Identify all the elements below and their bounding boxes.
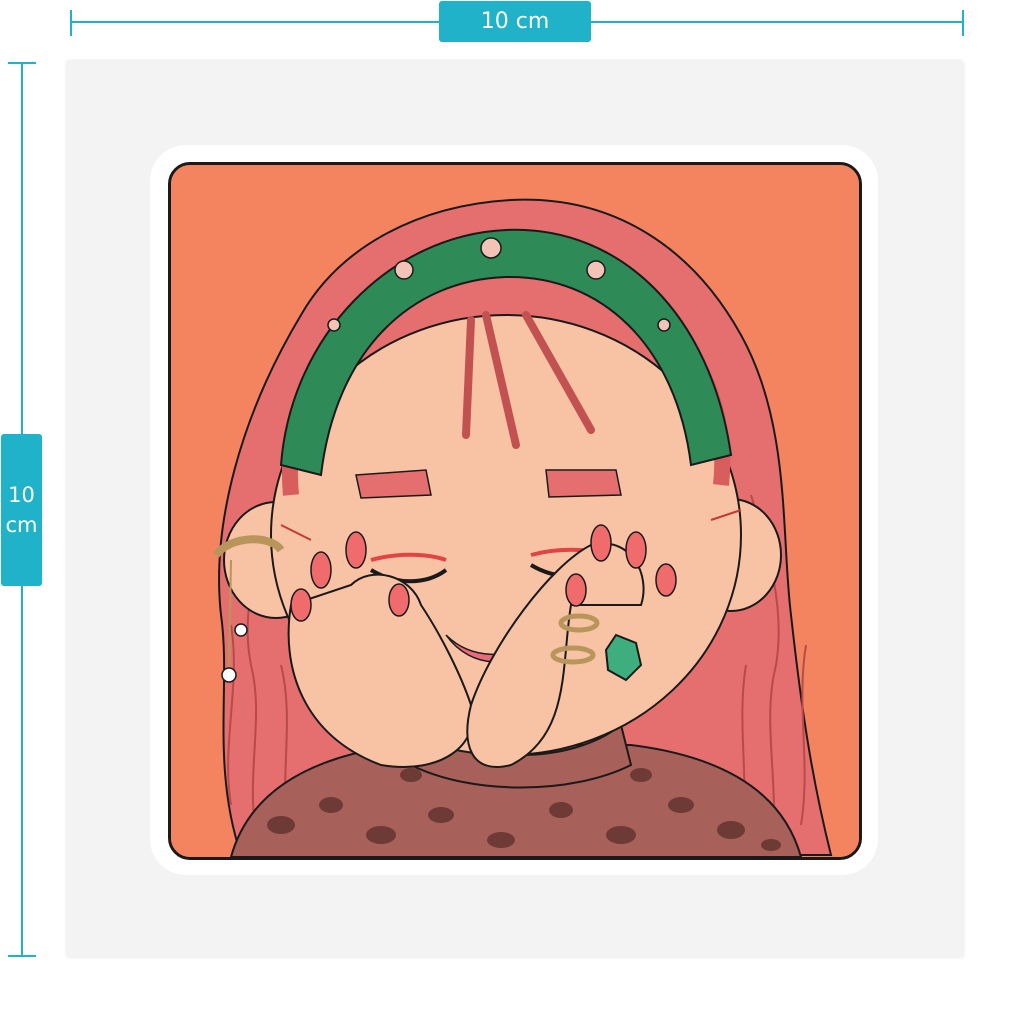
width-guide-cap-right <box>962 10 964 36</box>
product-preview: 10 cm 10 cm <box>0 0 1024 1024</box>
height-label-number: 10 <box>8 483 35 507</box>
width-label: 10 cm <box>439 1 591 42</box>
width-guide-cap-left <box>70 10 72 36</box>
right-eyebrow <box>545 469 622 498</box>
height-guide-cap-bottom <box>8 955 36 957</box>
height-guide-cap-top <box>8 62 36 64</box>
earring-pearl-small <box>234 623 248 637</box>
left-eyebrow <box>355 469 432 499</box>
earring-pearl <box>221 667 237 683</box>
height-label: 10 cm <box>1 434 42 586</box>
girl-illustration <box>171 165 859 857</box>
sticker-illustration <box>168 162 862 860</box>
height-label-unit: cm <box>5 513 38 537</box>
